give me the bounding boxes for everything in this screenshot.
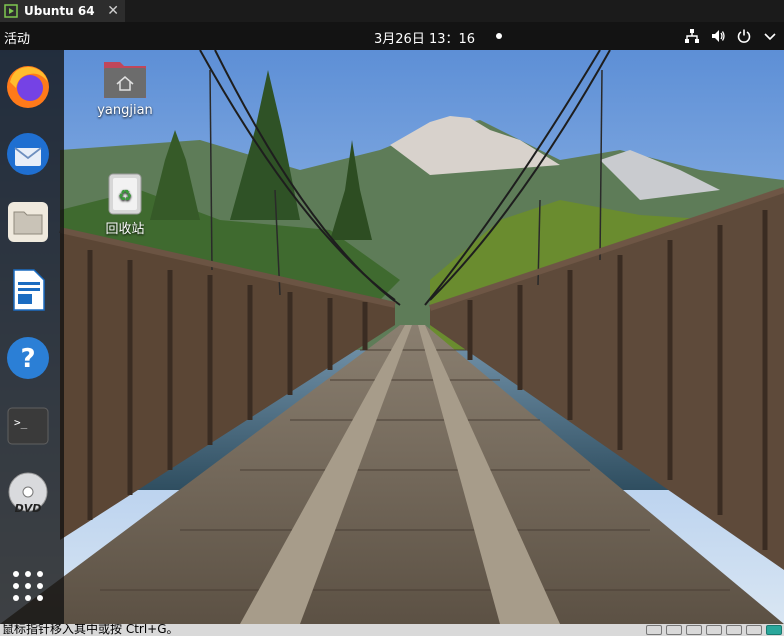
svg-text:>_: >_ bbox=[14, 416, 28, 429]
files-icon[interactable] bbox=[4, 198, 52, 246]
display-icon[interactable] bbox=[766, 625, 782, 635]
desktop-icon-label: yangjian bbox=[97, 103, 153, 118]
system-tray[interactable] bbox=[674, 22, 784, 50]
vm-tab-bar: Ubuntu 64 ✕ bbox=[0, 0, 784, 22]
network-icon[interactable] bbox=[684, 28, 700, 44]
svg-text:♻: ♻ bbox=[118, 186, 132, 205]
sound-icon[interactable] bbox=[726, 625, 742, 635]
clock[interactable]: 3月26日 13：16 bbox=[374, 28, 475, 47]
wallpaper-image bbox=[0, 50, 784, 624]
thunderbird-icon[interactable] bbox=[4, 130, 52, 178]
printer-icon[interactable] bbox=[746, 625, 762, 635]
home-folder-icon bbox=[104, 62, 146, 98]
terminal-icon[interactable]: >_ bbox=[4, 402, 52, 450]
network-icon[interactable] bbox=[686, 625, 702, 635]
dock: ? >_ DVD bbox=[0, 50, 64, 624]
vm-tab[interactable]: Ubuntu 64 ✕ bbox=[0, 0, 125, 22]
firefox-icon[interactable] bbox=[4, 62, 52, 110]
svg-text:?: ? bbox=[20, 344, 35, 374]
notification-dot bbox=[496, 33, 502, 39]
desktop-icon-label: 回收站 bbox=[105, 222, 145, 237]
vm-tab-title: Ubuntu 64 bbox=[24, 4, 95, 18]
usb-icon[interactable] bbox=[706, 625, 722, 635]
status-hint: 鼠标指针移入其中或按 Ctrl+G。 bbox=[2, 624, 179, 636]
libreoffice-writer-icon[interactable] bbox=[4, 266, 52, 314]
chevron-down-icon[interactable] bbox=[762, 28, 778, 44]
cdrom-icon[interactable] bbox=[666, 625, 682, 635]
desktop-icon-home[interactable]: yangjian bbox=[92, 58, 158, 118]
dvd-icon[interactable]: DVD bbox=[4, 470, 52, 518]
svg-text:DVD: DVD bbox=[15, 502, 42, 515]
desktop-icon-trash[interactable]: ♻ 回收站 bbox=[96, 172, 154, 237]
trash-icon: ♻ bbox=[108, 173, 142, 215]
gnome-top-bar: 活动 3月26日 13：16 bbox=[0, 22, 784, 50]
help-icon[interactable]: ? bbox=[4, 334, 52, 382]
close-icon[interactable]: ✕ bbox=[107, 1, 119, 21]
power-icon[interactable] bbox=[736, 28, 752, 44]
vm-play-icon bbox=[4, 4, 18, 18]
activities-button[interactable]: 活动 bbox=[4, 28, 30, 47]
volume-icon[interactable] bbox=[710, 28, 726, 44]
vm-status-bar: 鼠标指针移入其中或按 Ctrl+G。 bbox=[0, 624, 784, 636]
hdd-icon[interactable] bbox=[646, 625, 662, 635]
vm-device-icons bbox=[644, 624, 784, 636]
desktop-wallpaper[interactable] bbox=[0, 50, 784, 624]
show-apps-icon[interactable] bbox=[4, 562, 52, 610]
